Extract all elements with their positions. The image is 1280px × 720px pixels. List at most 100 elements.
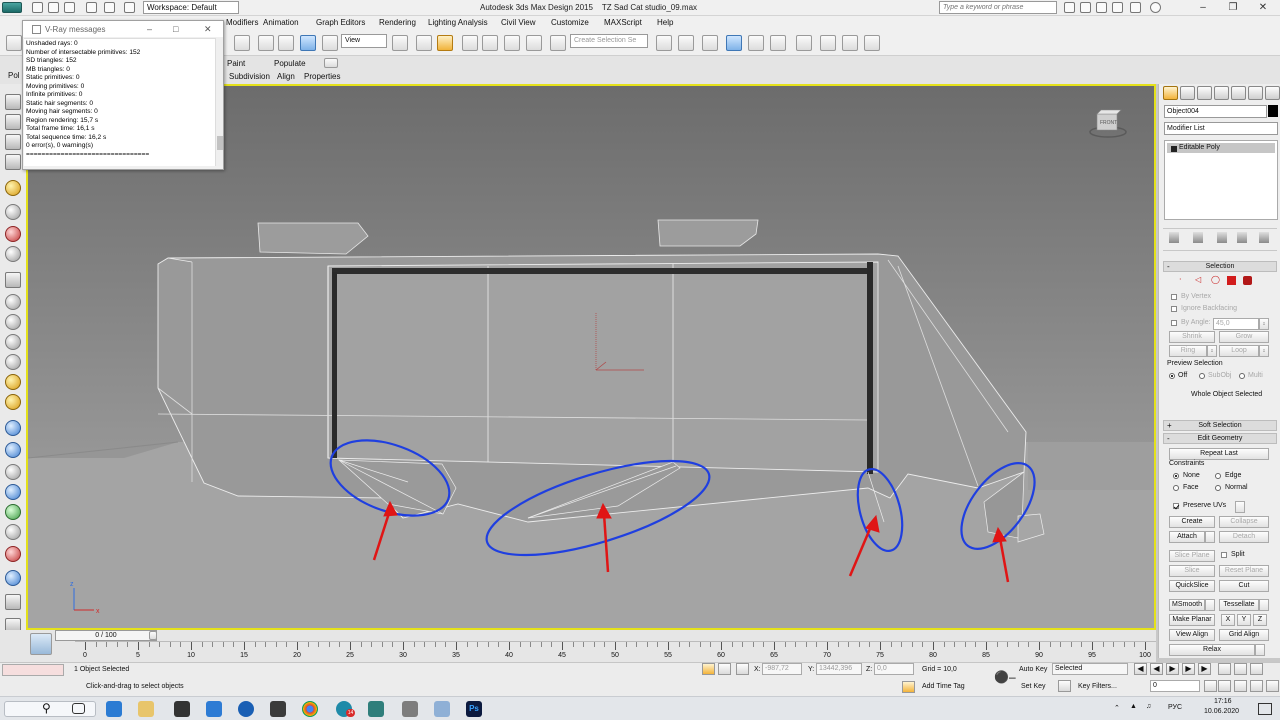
clock-time[interactable]: 17:16 [1214, 698, 1232, 705]
render-sphere-icon[interactable] [5, 226, 21, 242]
curve-editor-icon[interactable] [748, 35, 764, 51]
pin-stack-icon[interactable] [1169, 232, 1179, 243]
undo-icon[interactable] [86, 2, 97, 13]
rollout-expand-icon[interactable]: + [1167, 421, 1172, 431]
hierarchy-icon[interactable] [5, 442, 21, 458]
reset-plane-button[interactable]: Reset Plane [1219, 565, 1269, 577]
scene-explorer-icon[interactable] [5, 154, 21, 170]
key-mode-dropdown[interactable]: Selected [1052, 663, 1128, 675]
zoom-icon[interactable] [1218, 663, 1231, 675]
layer-manager-icon[interactable] [702, 35, 718, 51]
cylinder-primitive-icon[interactable] [5, 294, 21, 310]
max-logo-icon[interactable] [2, 2, 22, 13]
vray-maximize-icon[interactable]: □ [173, 24, 178, 34]
select-manipulate-icon[interactable] [416, 35, 432, 51]
zoom-extents-icon[interactable] [1250, 663, 1263, 675]
tessellate-button[interactable]: Tessellate [1219, 599, 1259, 611]
sun-light-icon[interactable] [5, 374, 21, 390]
current-frame-field[interactable]: 0 [1150, 680, 1200, 692]
attach-button[interactable]: Attach [1169, 531, 1205, 543]
notification-center-icon[interactable] [1258, 703, 1272, 715]
subtab-properties[interactable]: Properties [304, 72, 340, 81]
light-bulb-icon[interactable] [5, 180, 21, 196]
timeline-track[interactable]: 0 5 10 15 20 25 30 35 40 45 50 55 60 65 70 75 80 85 90 95 10… [75, 641, 1156, 662]
material-editor-icon[interactable] [796, 35, 812, 51]
selection-filter-icon[interactable] [5, 114, 21, 130]
subtab-subdivision[interactable]: Subdivision [229, 72, 270, 81]
view-cube-top[interactable] [1096, 109, 1122, 115]
menu-civil-view[interactable]: Civil View [501, 18, 536, 27]
time-tag-icon[interactable] [902, 681, 915, 693]
menu-maxscript[interactable]: MAXScript [604, 18, 642, 27]
vray-window-title[interactable]: V-Ray messages [23, 21, 223, 37]
menu-help[interactable]: Help [657, 18, 673, 27]
minimize-icon[interactable]: – [1188, 0, 1218, 16]
soft-selection-rollout-header[interactable]: + Soft Selection [1163, 420, 1277, 431]
key-icon[interactable]: ⚫– [994, 671, 1016, 683]
redo-icon[interactable] [104, 2, 115, 13]
ribbon-polygon-label[interactable]: Pol [8, 71, 20, 80]
quickslice-button[interactable]: QuickSlice [1169, 580, 1215, 592]
scale-icon[interactable] [300, 35, 316, 51]
pyramid-primitive-icon[interactable] [5, 354, 21, 370]
by-vertex-checkbox[interactable] [1171, 294, 1177, 300]
new-file-icon[interactable] [32, 2, 43, 13]
sphere-gold-icon[interactable] [5, 394, 21, 410]
motion-icon[interactable] [5, 464, 21, 480]
previous-frame-icon[interactable]: ◀ [1150, 663, 1163, 675]
render-icon[interactable] [5, 546, 21, 562]
polygon-mode-icon[interactable] [1227, 276, 1236, 285]
cone-primitive-icon[interactable] [5, 334, 21, 350]
go-to-end-icon[interactable]: ▶ [1198, 663, 1211, 675]
rendered-frame-window-icon[interactable] [842, 35, 858, 51]
viewport-layout-icon[interactable] [5, 94, 21, 110]
photoshop-icon[interactable]: Ps [466, 701, 482, 717]
tessellate-settings-icon[interactable] [1259, 599, 1269, 611]
modify-tab-icon[interactable] [1180, 86, 1195, 100]
project-folder-icon[interactable] [124, 2, 135, 13]
menu-animation[interactable]: Animation [263, 18, 299, 27]
menu-lighting-analysis[interactable]: Lighting Analysis [428, 18, 488, 27]
maximize-viewport-icon[interactable] [1250, 680, 1263, 692]
teapot-icon[interactable] [5, 246, 21, 262]
relax-settings-icon[interactable] [1255, 644, 1265, 656]
grow-button[interactable]: Grow [1219, 331, 1269, 343]
preview-subobj-radio[interactable] [1199, 373, 1205, 379]
move-icon[interactable] [258, 35, 274, 51]
view-align-button[interactable]: View Align [1169, 629, 1215, 641]
vray-task-icon[interactable] [402, 701, 418, 717]
next-frame-icon[interactable]: ▶ [1182, 663, 1195, 675]
globe-icon[interactable] [5, 570, 21, 586]
utilities-icon[interactable] [5, 524, 21, 540]
maxscript-listener[interactable] [2, 664, 64, 676]
time-config-icon[interactable] [1204, 680, 1217, 692]
element-mode-icon[interactable] [1243, 276, 1252, 285]
exchange-icon[interactable] [1130, 2, 1141, 13]
angle-spinner-icon[interactable]: ↕ [1259, 318, 1269, 330]
time-slider[interactable]: 0 / 100 [55, 630, 157, 641]
vray-close-icon[interactable]: ✕ [204, 24, 212, 35]
language-indicator[interactable]: РУС [1168, 704, 1182, 711]
open-file-icon[interactable] [48, 2, 59, 13]
key-filters-icon[interactable] [1058, 680, 1071, 692]
cut-button[interactable]: Cut [1219, 580, 1269, 592]
undo-scene-icon[interactable] [6, 35, 22, 51]
planar-z-button[interactable]: Z [1253, 614, 1267, 626]
place-icon[interactable] [322, 35, 338, 51]
mail-icon[interactable] [206, 701, 222, 717]
notes-icon[interactable] [434, 701, 450, 717]
percent-snap-icon[interactable] [504, 35, 520, 51]
camera-icon[interactable] [5, 204, 21, 220]
edit-geometry-rollout-header[interactable]: - Edit Geometry [1163, 433, 1277, 444]
rollout-collapse-icon[interactable]: - [1167, 262, 1170, 272]
slice-button[interactable]: Slice [1169, 565, 1215, 577]
collapse-button[interactable]: Collapse [1219, 516, 1269, 528]
binoculars-icon[interactable] [1064, 2, 1075, 13]
ribbon-options-icon[interactable] [324, 58, 338, 68]
isolate-selection-icon[interactable] [718, 663, 731, 675]
network-icon[interactable]: ▲ [1130, 703, 1137, 710]
box-primitive-icon[interactable] [5, 272, 21, 288]
menu-customize[interactable]: Customize [551, 18, 589, 27]
workspace-dropdown[interactable]: Workspace: Default [143, 1, 239, 14]
selection-rollout-header[interactable]: - Selection [1163, 261, 1277, 272]
